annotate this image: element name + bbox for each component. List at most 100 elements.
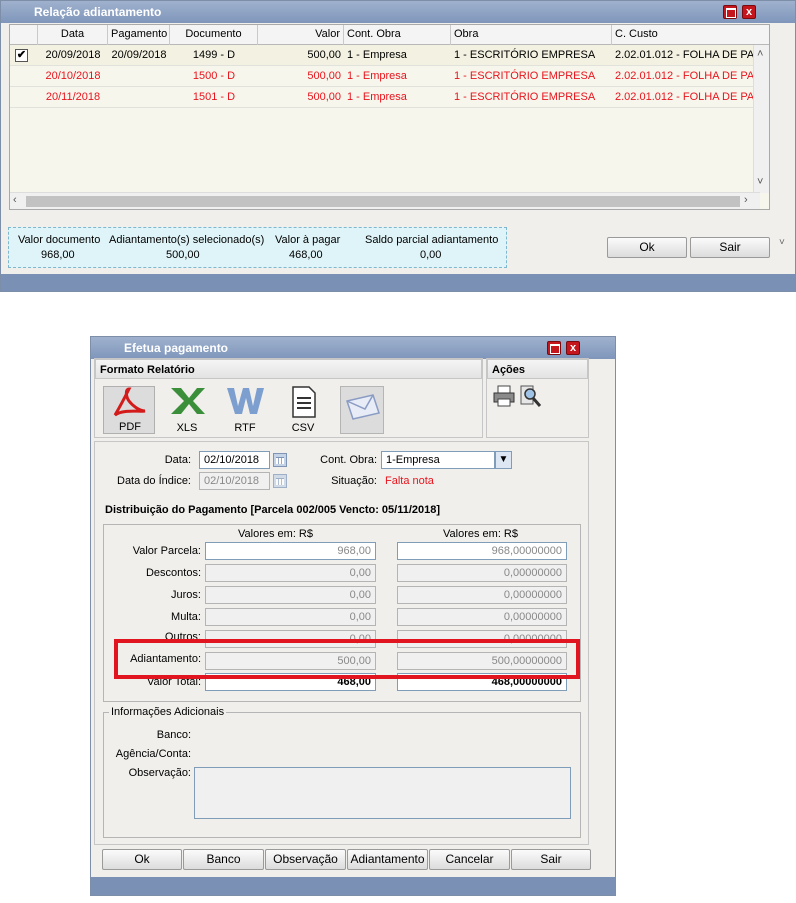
valor-pagar-label: Valor à pagar (275, 234, 341, 246)
vertical-scrollbar[interactable]: ˄ ˅ (753, 45, 769, 193)
data-indice-field: 02/10/2018 (199, 472, 270, 490)
win1-titlebar[interactable]: Relação adiantamento x (1, 1, 795, 23)
cont-obra-select[interactable]: 1-Empresa (381, 451, 495, 469)
header-data[interactable]: Data (38, 25, 108, 45)
cell-data: 20/09/2018 (45, 49, 101, 61)
relacao-adiantamento-window: Relação adiantamento x Data Pagamento Do… (0, 0, 796, 292)
multa-field: 0,00 (205, 608, 376, 626)
printer-icon[interactable] (492, 384, 516, 408)
juros-field: 0,00 (205, 586, 376, 604)
horizontal-scroll-thumb[interactable] (26, 196, 740, 207)
data-field[interactable]: 02/10/2018 (199, 451, 270, 469)
cell-obra: 1 - ESCRITÓRIO EMPRESA (454, 91, 596, 103)
calendar-icon (273, 474, 287, 488)
chevron-down-icon[interactable]: ▼ (495, 451, 512, 469)
table-row[interactable]: ✔ 20/09/2018 20/09/2018 1499 - D 500,00 … (10, 45, 760, 66)
valor-parcela-field[interactable]: 968,00 (205, 542, 376, 560)
multa-field-2: 0,00000000 (397, 608, 567, 626)
cell-c-custo: 2.02.01.012 - FOLHA DE PAG (615, 70, 760, 82)
header-check-col (10, 25, 38, 45)
grid-header: Data Pagamento Documento Valor Cont. Obr… (10, 25, 769, 45)
calendar-icon[interactable] (273, 453, 287, 467)
cell-data: 20/11/2018 (45, 91, 101, 103)
horizontal-scrollbar[interactable]: ‹ › (10, 192, 760, 209)
table-row[interactable]: 20/11/2018 1501 - D 500,00 1 - Empresa 1… (10, 87, 760, 108)
print-preview-icon[interactable] (518, 384, 542, 408)
ok-button[interactable]: Ok (102, 849, 182, 870)
adiantamento-button[interactable]: Adiantamento (347, 849, 428, 870)
adiantamentos-value: 500,00 (166, 249, 200, 261)
informacoes-legend: Informações Adicionais (109, 706, 227, 718)
win2-titlebar[interactable]: Efetua pagamento x (91, 337, 615, 359)
data-label: Data: (164, 454, 191, 466)
scroll-left-icon[interactable]: ‹ (13, 194, 17, 206)
cell-obra: 1 - ESCRITÓRIO EMPRESA (454, 70, 596, 82)
close-icon[interactable]: x (566, 341, 580, 355)
observacao-button[interactable]: Observação (265, 849, 346, 870)
xls-label: XLS (176, 422, 198, 434)
cell-valor: 500,00 (307, 70, 341, 82)
cell-c-custo: 2.02.01.012 - FOLHA DE PAG (615, 49, 760, 61)
header-cont-obra[interactable]: Cont. Obra (344, 25, 451, 45)
highlight-box (114, 639, 580, 679)
cancelar-button[interactable]: Cancelar (429, 849, 510, 870)
sair-button[interactable]: Sair (511, 849, 591, 870)
adiantamento-grid: Data Pagamento Documento Valor Cont. Obr… (9, 24, 770, 210)
situacao-value: Falta nota (385, 475, 434, 487)
win2-statusbar (91, 877, 615, 895)
cell-documento: 1500 - D (192, 70, 236, 82)
scroll-up-icon[interactable]: ˄ (757, 48, 763, 60)
formato-panel: Formato Relatório PDF XLS RTF CSV (94, 358, 483, 438)
csv-label: CSV (291, 422, 315, 434)
table-row[interactable]: 20/10/2018 1500 - D 500,00 1 - Empresa 1… (10, 66, 760, 87)
observacao-label: Observação: (128, 767, 191, 779)
banco-label: Banco: (156, 729, 191, 741)
valor-pagar-value: 468,00 (289, 249, 323, 261)
juros-field-2: 0,00000000 (397, 586, 567, 604)
cell-pagamento (108, 66, 170, 87)
win1-title: Relação adiantamento (34, 5, 162, 19)
close-icon[interactable]: x (742, 5, 756, 19)
header-documento[interactable]: Documento (170, 25, 258, 45)
valor-parcela-field-2[interactable]: 968,00000000 (397, 542, 567, 560)
acoes-header: Ações (487, 359, 588, 379)
situacao-label: Situação: (331, 475, 377, 487)
win1-scroll-down-icon[interactable]: ˅ (779, 237, 785, 248)
acoes-panel: Ações (486, 358, 589, 438)
adiantamentos-label: Adiantamento(s) selecionado(s) (109, 234, 265, 246)
email-button[interactable] (340, 386, 384, 434)
valor-documento-label: Valor documento (18, 234, 101, 246)
row-checkbox[interactable]: ✔ (15, 49, 28, 62)
cell-documento: 1501 - D (192, 91, 236, 103)
header-pagamento[interactable]: Pagamento (108, 25, 170, 45)
cell-valor: 500,00 (307, 91, 341, 103)
pdf-format-button[interactable]: PDF (103, 386, 155, 434)
cell-cont-obra: 1 - Empresa (347, 91, 407, 103)
cell-cont-obra: 1 - Empresa (347, 70, 407, 82)
xls-icon (171, 388, 205, 414)
header-valor[interactable]: Valor (258, 25, 344, 45)
xls-format-button[interactable]: XLS (167, 386, 207, 434)
header-c-custo[interactable]: C. Custo (612, 25, 769, 45)
cell-cont-obra: 1 - Empresa (347, 49, 407, 61)
scroll-right-icon[interactable]: › (744, 194, 748, 206)
win1-statusbar (1, 274, 795, 291)
banco-button[interactable]: Banco (183, 849, 264, 870)
valor-documento-value: 968,00 (41, 249, 75, 261)
maximize-icon[interactable] (547, 341, 561, 355)
cont-obra-label: Cont. Obra: (320, 454, 377, 466)
cell-pagamento (108, 87, 170, 108)
sair-button[interactable]: Sair (690, 237, 770, 258)
agencia-label: Agência/Conta: (115, 748, 191, 760)
rtf-icon (227, 388, 264, 414)
descontos-field-2: 0,00000000 (397, 564, 567, 582)
formato-header: Formato Relatório (95, 359, 482, 379)
csv-format-button[interactable]: CSV (283, 386, 323, 434)
cell-pagamento: 20/09/2018 (111, 49, 167, 61)
observacao-textarea[interactable] (194, 767, 571, 819)
scroll-down-icon[interactable]: ˅ (757, 176, 763, 188)
rtf-format-button[interactable]: RTF (225, 386, 265, 434)
maximize-icon[interactable] (723, 5, 737, 19)
header-obra[interactable]: Obra (451, 25, 612, 45)
ok-button[interactable]: Ok (607, 237, 687, 258)
